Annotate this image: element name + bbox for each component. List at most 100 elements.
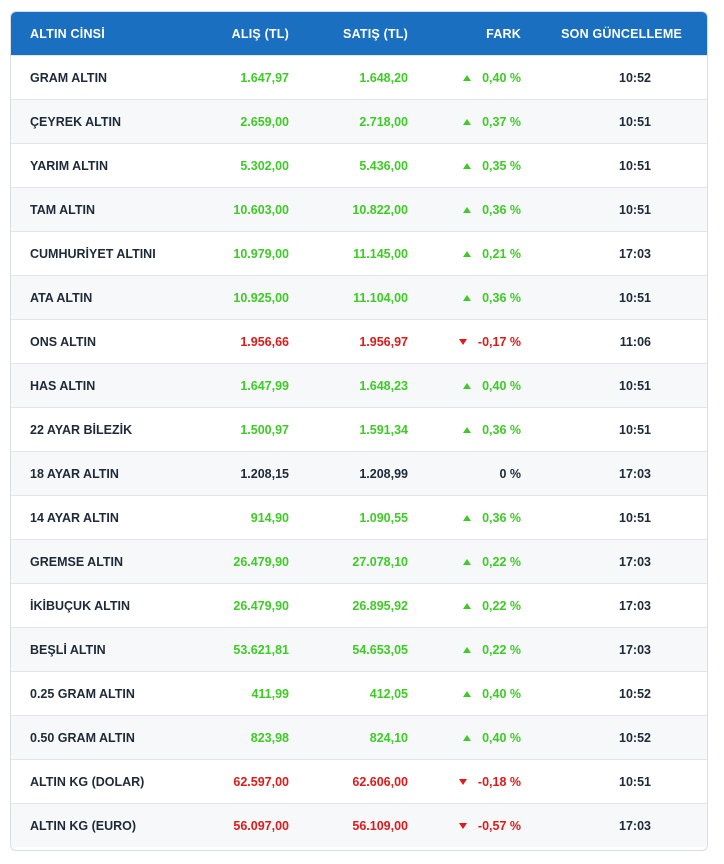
buy-price: 914,90 — [250, 510, 289, 525]
table-row[interactable]: 0.25 GRAM ALTIN 411,99 412,05 0,40 % 10:52 — [11, 671, 707, 715]
change-value: 0,37 % — [482, 114, 521, 129]
change-value: 0,22 % — [482, 554, 521, 569]
header-name[interactable]: ALTIN CİNSİ — [11, 27, 211, 41]
buy-price: 26.479,90 — [233, 598, 289, 613]
gold-type-name: ATA ALTIN — [30, 290, 93, 305]
buy-price: 411,99 — [251, 686, 289, 701]
last-update-time: 17:03 — [619, 554, 651, 569]
sell-price: 1.648,20 — [359, 70, 408, 85]
table-row[interactable]: 22 AYAR BİLEZİK 1.500,97 1.591,34 0,36 % 10:… — [11, 407, 707, 451]
arrow-up-icon — [463, 426, 472, 433]
sell-price: 2.718,00 — [359, 114, 408, 129]
table-row[interactable]: ALTIN KG (DOLAR) 62.597,00 62.606,00 -0,18 … — [11, 759, 707, 803]
buy-price: 823,98 — [250, 730, 289, 745]
gold-type-name: ALTIN KG (DOLAR) — [30, 774, 145, 789]
table-row[interactable]: ÇEYREK ALTIN 2.659,00 2.718,00 0,37 % 10:51 — [11, 99, 707, 143]
sell-price: 26.895,92 — [352, 598, 408, 613]
header-time[interactable]: SON GÜNCELLEME — [521, 27, 701, 41]
gold-type-name: ALTIN KG (EURO) — [30, 818, 137, 833]
table-row[interactable]: CUMHURİYET ALTINI 10.979,00 11.145,00 0,21 … — [11, 231, 707, 275]
buy-price: 56.097,00 — [233, 818, 289, 833]
sell-price: 1.591,34 — [359, 422, 408, 437]
table-row[interactable]: TAM ALTIN 10.603,00 10.822,00 0,36 % 10:51 — [11, 187, 707, 231]
table-row[interactable]: BEŞLİ ALTIN 53.621,81 54.653,05 0,22 % 17:03 — [11, 627, 707, 671]
arrow-up-icon — [463, 690, 472, 697]
change-value: 0,36 % — [482, 202, 521, 217]
last-update-time: 10:52 — [619, 70, 651, 85]
last-update-time: 10:51 — [619, 378, 651, 393]
last-update-time: 10:51 — [619, 422, 651, 437]
table-row[interactable]: GREMSE ALTIN 26.479,90 27.078,10 0,22 % 17:0… — [11, 539, 707, 583]
table-row[interactable]: 14 AYAR ALTIN 914,90 1.090,55 0,36 % 10:51 — [11, 495, 707, 539]
table-row[interactable]: YARIM ALTIN 5.302,00 5.436,00 0,35 % 10:51 — [11, 143, 707, 187]
buy-price: 1.956,66 — [240, 334, 289, 349]
table-row[interactable]: ALTIN KG (EURO) 56.097,00 56.109,00 -0,57 %… — [11, 803, 707, 847]
gold-type-name: 18 AYAR ALTIN — [30, 466, 119, 481]
change-percent: 0,22 % — [408, 555, 521, 569]
table-body: GRAM ALTIN 1.647,97 1.648,20 0,40 % 10:52 ÇEY… — [11, 55, 707, 847]
change-value: 0,22 % — [482, 642, 521, 657]
arrow-up-icon — [463, 734, 472, 741]
last-update-time: 10:52 — [619, 686, 651, 701]
table-row[interactable]: HAS ALTIN 1.647,99 1.648,23 0,40 % 10:51 — [11, 363, 707, 407]
table-row[interactable]: 0.50 GRAM ALTIN 823,98 824,10 0,40 % 10:52 — [11, 715, 707, 759]
change-percent: 0,40 % — [408, 71, 521, 85]
change-percent: 0,40 % — [408, 687, 521, 701]
last-update-time: 10:51 — [619, 290, 651, 305]
sell-price: 62.606,00 — [352, 774, 408, 789]
gold-price-table: ALTIN CİNSİ ALIŞ (TL) SATIŞ (TL) FARK SO… — [10, 11, 708, 851]
buy-price: 26.479,90 — [233, 554, 289, 569]
table-row[interactable]: GRAM ALTIN 1.647,97 1.648,20 0,40 % 10:52 — [11, 55, 707, 99]
change-percent: 0,22 % — [408, 643, 521, 657]
last-update-time: 17:03 — [619, 642, 651, 657]
change-value: -0,18 % — [477, 774, 521, 789]
arrow-up-icon — [463, 162, 472, 169]
change-percent: 0 % — [408, 467, 521, 481]
buy-price: 1.500,97 — [240, 422, 289, 437]
last-update-time: 10:51 — [619, 158, 651, 173]
sell-price: 412,05 — [369, 686, 408, 701]
change-percent: 0,22 % — [408, 599, 521, 613]
sell-price: 56.109,00 — [352, 818, 408, 833]
buy-price: 2.659,00 — [240, 114, 289, 129]
sell-price: 1.208,99 — [359, 466, 408, 481]
last-update-time: 10:51 — [619, 114, 651, 129]
gold-type-name: 0.50 GRAM ALTIN — [30, 730, 135, 745]
change-value: 0,21 % — [482, 246, 521, 261]
arrow-up-icon — [463, 382, 472, 389]
gold-type-name: BEŞLİ ALTIN — [30, 642, 106, 657]
gold-type-name: GREMSE ALTIN — [30, 554, 124, 569]
last-update-time: 17:03 — [619, 818, 651, 833]
header-sell[interactable]: SATIŞ (TL) — [289, 27, 408, 41]
header-buy[interactable]: ALIŞ (TL) — [211, 27, 289, 41]
change-value: 0,22 % — [482, 598, 521, 613]
change-percent: -0,18 % — [408, 775, 521, 789]
change-value: -0,57 % — [477, 818, 521, 833]
sell-price: 1.956,97 — [359, 334, 408, 349]
sell-price: 10.822,00 — [352, 202, 408, 217]
table-row[interactable]: ATA ALTIN 10.925,00 11.104,00 0,36 % 10:51 — [11, 275, 707, 319]
change-value: 0 % — [499, 466, 521, 481]
header-diff[interactable]: FARK — [408, 27, 521, 41]
gold-type-name: TAM ALTIN — [30, 202, 96, 217]
change-value: 0,35 % — [482, 158, 521, 173]
arrow-up-icon — [463, 602, 472, 609]
arrow-up-icon — [463, 646, 472, 653]
last-update-time: 10:51 — [619, 510, 651, 525]
gold-type-name: İKİBUÇUK ALTIN — [30, 598, 130, 613]
last-update-time: 17:03 — [619, 466, 651, 481]
arrow-up-icon — [463, 294, 472, 301]
change-value: -0,17 % — [477, 334, 521, 349]
arrow-up-icon — [463, 558, 472, 565]
arrow-down-icon — [458, 778, 467, 785]
change-value: 0,36 % — [482, 422, 521, 437]
table-row[interactable]: ONS ALTIN 1.956,66 1.956,97 -0,17 % 11:06 — [11, 319, 707, 363]
buy-price: 1.647,97 — [240, 70, 289, 85]
buy-price: 1.208,15 — [240, 466, 289, 481]
table-row[interactable]: İKİBUÇUK ALTIN 26.479,90 26.895,92 0,22 % 17… — [11, 583, 707, 627]
table-row[interactable]: 18 AYAR ALTIN 1.208,15 1.208,99 0 % 17:03 — [11, 451, 707, 495]
last-update-time: 10:52 — [619, 730, 651, 745]
arrow-down-icon — [458, 338, 467, 345]
change-value: 0,40 % — [482, 730, 521, 745]
arrow-up-icon — [463, 206, 472, 213]
